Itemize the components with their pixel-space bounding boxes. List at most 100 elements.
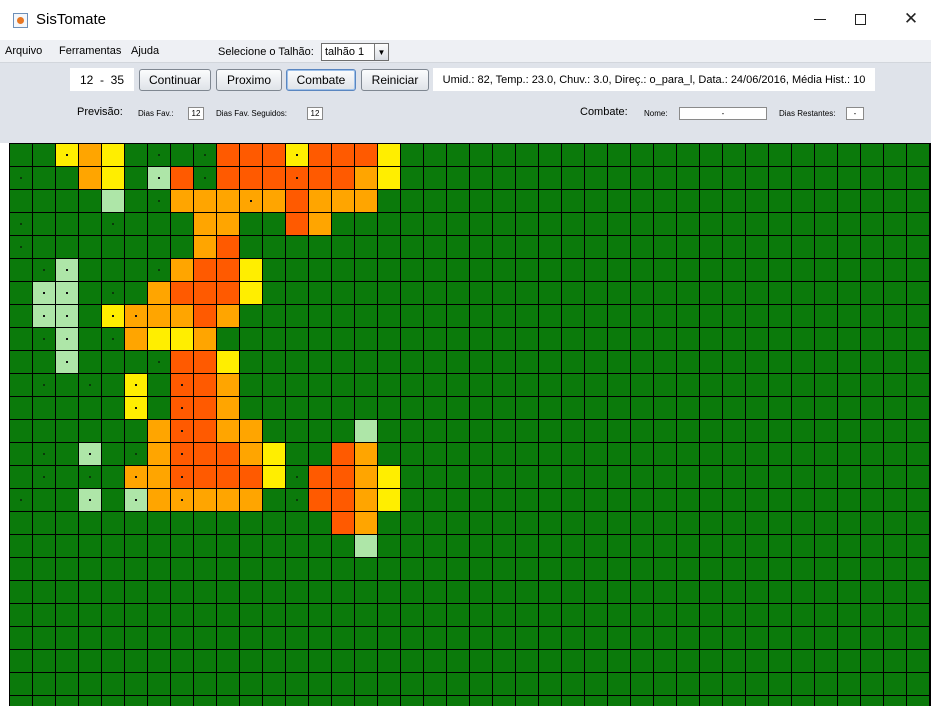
grid-cell-r0-c23[interactable]	[539, 144, 561, 166]
grid-cell-r3-c7[interactable]	[171, 213, 193, 235]
grid-cell-r21-c20[interactable]	[470, 627, 492, 649]
grid-cell-r7-c19[interactable]	[447, 305, 469, 327]
grid-cell-r24-c28[interactable]	[654, 696, 676, 706]
grid-cell-r7-c33[interactable]	[769, 305, 791, 327]
grid-cell-r4-c32[interactable]	[746, 236, 768, 258]
grid-cell-r8-c28[interactable]	[654, 328, 676, 350]
grid-cell-r15-c9[interactable]	[217, 489, 239, 511]
grid-cell-r19-c8[interactable]	[194, 581, 216, 603]
grid-cell-r22-c20[interactable]	[470, 650, 492, 672]
grid-cell-r4-c14[interactable]	[332, 236, 354, 258]
grid-cell-r12-c12[interactable]	[286, 420, 308, 442]
grid-cell-r17-c9[interactable]	[217, 535, 239, 557]
grid-cell-r17-c15[interactable]	[355, 535, 377, 557]
grid-cell-r20-c10[interactable]	[240, 604, 262, 626]
grid-cell-r16-c17[interactable]	[401, 512, 423, 534]
grid-cell-r18-c10[interactable]	[240, 558, 262, 580]
grid-cell-r4-c27[interactable]	[631, 236, 653, 258]
grid-cell-r6-c6[interactable]	[148, 282, 170, 304]
grid-cell-r10-c22[interactable]	[516, 374, 538, 396]
grid-cell-r7-c16[interactable]	[378, 305, 400, 327]
reiniciar-button[interactable]: Reiniciar	[361, 69, 429, 91]
grid-cell-r21-c25[interactable]	[585, 627, 607, 649]
grid-cell-r15-c25[interactable]	[585, 489, 607, 511]
grid-cell-r6-c8[interactable]	[194, 282, 216, 304]
grid-cell-r14-c22[interactable]	[516, 466, 538, 488]
grid-cell-r8-c37[interactable]	[861, 328, 883, 350]
grid-cell-r0-c37[interactable]	[861, 144, 883, 166]
grid-cell-r8-c15[interactable]	[355, 328, 377, 350]
grid-cell-r19-c16[interactable]	[378, 581, 400, 603]
grid-cell-r21-c31[interactable]	[723, 627, 745, 649]
menu-arquivo[interactable]: Arquivo	[5, 45, 42, 57]
grid-cell-r10-c24[interactable]	[562, 374, 584, 396]
grid-cell-r23-c32[interactable]	[746, 673, 768, 695]
grid-cell-r17-c21[interactable]	[493, 535, 515, 557]
grid-cell-r12-c1[interactable]	[33, 420, 55, 442]
grid-cell-r3-c22[interactable]	[516, 213, 538, 235]
grid-cell-r14-c3[interactable]	[79, 466, 101, 488]
grid-cell-r12-c30[interactable]	[700, 420, 722, 442]
grid-cell-r9-c7[interactable]	[171, 351, 193, 373]
grid-cell-r13-c33[interactable]	[769, 443, 791, 465]
grid-cell-r14-c18[interactable]	[424, 466, 446, 488]
grid-cell-r20-c37[interactable]	[861, 604, 883, 626]
grid-cell-r1-c35[interactable]	[815, 167, 837, 189]
grid-cell-r8-c4[interactable]	[102, 328, 124, 350]
grid-cell-r16-c10[interactable]	[240, 512, 262, 534]
grid-cell-r0-c4[interactable]	[102, 144, 124, 166]
grid-cell-r3-c29[interactable]	[677, 213, 699, 235]
grid-cell-r11-c11[interactable]	[263, 397, 285, 419]
grid-cell-r15-c14[interactable]	[332, 489, 354, 511]
proximo-button[interactable]: Proximo	[216, 69, 282, 91]
grid-cell-r10-c5[interactable]	[125, 374, 147, 396]
grid-cell-r23-c10[interactable]	[240, 673, 262, 695]
grid-cell-r6-c32[interactable]	[746, 282, 768, 304]
grid-cell-r0-c22[interactable]	[516, 144, 538, 166]
grid-cell-r22-c35[interactable]	[815, 650, 837, 672]
grid-cell-r12-c22[interactable]	[516, 420, 538, 442]
grid-cell-r3-c33[interactable]	[769, 213, 791, 235]
grid-cell-r8-c13[interactable]	[309, 328, 331, 350]
grid-cell-r17-c18[interactable]	[424, 535, 446, 557]
grid-cell-r22-c18[interactable]	[424, 650, 446, 672]
grid-cell-r23-c13[interactable]	[309, 673, 331, 695]
grid-cell-r18-c27[interactable]	[631, 558, 653, 580]
grid-cell-r14-c37[interactable]	[861, 466, 883, 488]
grid-cell-r3-c37[interactable]	[861, 213, 883, 235]
grid-cell-r11-c33[interactable]	[769, 397, 791, 419]
grid-cell-r2-c20[interactable]	[470, 190, 492, 212]
grid-cell-r0-c9[interactable]	[217, 144, 239, 166]
grid-cell-r17-c13[interactable]	[309, 535, 331, 557]
grid-cell-r23-c38[interactable]	[884, 673, 906, 695]
grid-cell-r5-c39[interactable]	[907, 259, 929, 281]
grid-cell-r6-c30[interactable]	[700, 282, 722, 304]
grid-cell-r4-c5[interactable]	[125, 236, 147, 258]
grid-cell-r11-c18[interactable]	[424, 397, 446, 419]
grid-cell-r19-c3[interactable]	[79, 581, 101, 603]
grid-cell-r18-c31[interactable]	[723, 558, 745, 580]
grid-cell-r11-c28[interactable]	[654, 397, 676, 419]
grid-cell-r1-c2[interactable]	[56, 167, 78, 189]
grid-cell-r4-c15[interactable]	[355, 236, 377, 258]
grid-cell-r14-c25[interactable]	[585, 466, 607, 488]
grid-cell-r11-c15[interactable]	[355, 397, 377, 419]
grid-cell-r11-c4[interactable]	[102, 397, 124, 419]
grid-cell-r9-c5[interactable]	[125, 351, 147, 373]
grid-cell-r9-c35[interactable]	[815, 351, 837, 373]
grid-cell-r0-c8[interactable]	[194, 144, 216, 166]
grid-cell-r5-c37[interactable]	[861, 259, 883, 281]
grid-cell-r12-c29[interactable]	[677, 420, 699, 442]
grid-cell-r19-c33[interactable]	[769, 581, 791, 603]
grid-cell-r22-c39[interactable]	[907, 650, 929, 672]
grid-cell-r3-c35[interactable]	[815, 213, 837, 235]
grid-cell-r23-c34[interactable]	[792, 673, 814, 695]
grid-cell-r12-c26[interactable]	[608, 420, 630, 442]
grid-cell-r10-c25[interactable]	[585, 374, 607, 396]
grid-cell-r4-c22[interactable]	[516, 236, 538, 258]
grid-cell-r23-c33[interactable]	[769, 673, 791, 695]
grid-cell-r23-c8[interactable]	[194, 673, 216, 695]
grid-cell-r9-c15[interactable]	[355, 351, 377, 373]
grid-cell-r19-c38[interactable]	[884, 581, 906, 603]
grid-cell-r8-c7[interactable]	[171, 328, 193, 350]
